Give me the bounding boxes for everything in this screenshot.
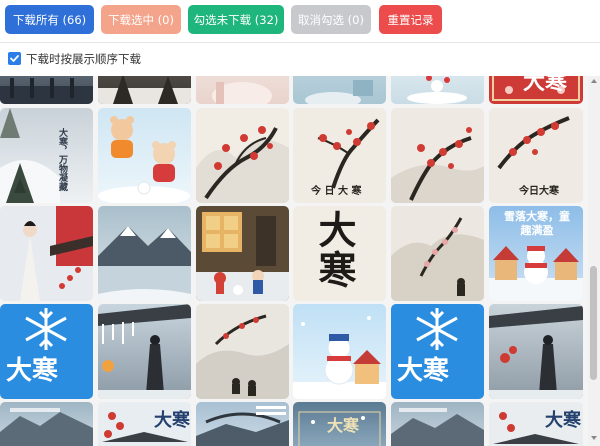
- gallery-scrollbar[interactable]: [588, 76, 600, 446]
- gallery-tile[interactable]: 大寒，万物凝藏: [0, 108, 93, 203]
- image-caption: 大寒: [397, 356, 450, 386]
- image-caption: 今 日 大 寒: [311, 186, 362, 197]
- select-undownloaded-button[interactable]: 勾选未下载 (32): [188, 5, 284, 34]
- check-icon: [10, 55, 19, 62]
- gallery-tile[interactable]: [391, 206, 484, 301]
- download-selected-button[interactable]: 下载选中 (0): [101, 5, 181, 34]
- image-thumbnail: [391, 127, 484, 203]
- image-thumbnail: [196, 212, 289, 301]
- gallery-tile[interactable]: [391, 76, 484, 104]
- gallery-tile[interactable]: [98, 76, 191, 104]
- gallery-tile[interactable]: 今 日 大 寒: [293, 108, 386, 203]
- image-thumbnail: [391, 408, 484, 446]
- gallery-tile[interactable]: [196, 76, 289, 104]
- image-caption: 大寒: [327, 416, 360, 435]
- gallery-tile[interactable]: [391, 402, 484, 446]
- gallery-tile[interactable]: 大寒: [391, 304, 484, 399]
- gallery-tile[interactable]: [293, 304, 386, 399]
- image-thumbnail: [212, 82, 272, 104]
- gallery-tile[interactable]: [196, 304, 289, 399]
- scroll-up-arrow-icon[interactable]: [591, 79, 597, 83]
- gallery-tile[interactable]: 大寒: [489, 76, 583, 104]
- image-thumbnail: [407, 76, 467, 104]
- image-caption: 今日大寒: [519, 186, 559, 197]
- image-thumbnail: [0, 78, 93, 104]
- gallery-tile[interactable]: 大寒: [98, 402, 191, 446]
- reset-record-button[interactable]: 重置记录: [379, 5, 442, 34]
- gallery-tile[interactable]: [98, 108, 191, 203]
- download-order-checkbox[interactable]: [8, 52, 21, 65]
- gallery-tile[interactable]: 今日大寒: [489, 108, 583, 203]
- image-caption: 雪落大寒，童趣满盈: [504, 210, 570, 237]
- deselect-button[interactable]: 取消勾选 (0): [291, 5, 371, 34]
- gallery-tile[interactable]: 大寒: [293, 206, 386, 301]
- gallery-tile[interactable]: [196, 108, 289, 203]
- image-thumbnail: [196, 126, 289, 203]
- gallery-tile[interactable]: 大寒: [293, 402, 386, 446]
- gallery-tile[interactable]: [0, 402, 93, 446]
- image-thumbnail: [98, 76, 191, 104]
- gallery-tile[interactable]: [98, 206, 191, 301]
- download-all-button[interactable]: 下载所有 (66): [5, 5, 94, 34]
- gallery-tile[interactable]: [196, 402, 289, 446]
- scroll-down-arrow-icon[interactable]: [591, 436, 597, 440]
- image-caption: 大寒，万物凝藏: [57, 128, 67, 191]
- image-thumbnail: [98, 304, 191, 399]
- toolbar-divider: [0, 42, 600, 43]
- image-thumbnail: [196, 406, 289, 446]
- gallery-tile[interactable]: [391, 108, 484, 203]
- image-thumbnail: [0, 408, 93, 446]
- image-thumbnail: [20, 206, 93, 301]
- gallery-tile[interactable]: 大寒: [489, 402, 583, 446]
- image-thumbnail: [98, 116, 190, 203]
- image-caption: 大寒: [6, 356, 59, 386]
- gallery-tile[interactable]: [0, 76, 93, 104]
- image-thumbnail: [98, 226, 191, 301]
- image-caption: 大寒: [154, 410, 190, 431]
- image-thumbnail: [489, 306, 583, 399]
- gallery-tile[interactable]: [98, 304, 191, 399]
- gallery-tile[interactable]: 雪落大寒，童趣满盈: [489, 206, 583, 301]
- image-caption: 大寒: [545, 410, 581, 431]
- image-thumbnail: [196, 314, 289, 399]
- download-order-label[interactable]: 下载时按展示顺序下载: [26, 51, 141, 67]
- gallery-tile[interactable]: [489, 304, 583, 399]
- image-caption: 大寒: [312, 210, 357, 290]
- scrollbar-thumb[interactable]: [590, 266, 597, 380]
- image-caption: 大寒: [523, 76, 568, 95]
- image-thumbnail: [391, 217, 484, 301]
- gallery-tile[interactable]: [293, 76, 386, 104]
- gallery-tile[interactable]: [0, 206, 93, 301]
- gallery-tile[interactable]: [196, 206, 289, 301]
- image-thumbnail: [305, 80, 373, 104]
- image-thumbnail: [0, 108, 60, 203]
- gallery-tile[interactable]: 大寒: [0, 304, 93, 399]
- toolbar: 下载所有 (66) 下载选中 (0) 勾选未下载 (32) 取消勾选 (0) 重…: [0, 0, 600, 42]
- image-thumbnail: [293, 316, 386, 399]
- image-gallery: 大寒 大寒，万物凝藏 今 日 大 寒 今日大寒 大寒 雪落大寒，童趣满盈 大寒 …: [0, 76, 588, 446]
